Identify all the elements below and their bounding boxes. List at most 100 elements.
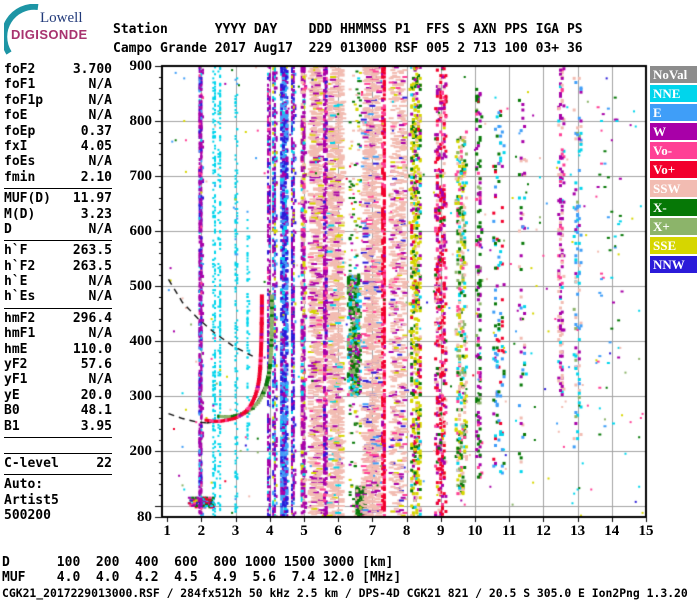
param-label: B1 <box>4 418 20 434</box>
param-value: 3.95 <box>80 418 112 434</box>
legend-item-sse: SSE <box>650 237 697 254</box>
panel-separator <box>4 307 112 309</box>
param-row-yf1: yF1 N/A <box>4 372 112 387</box>
panel-separator <box>4 474 112 476</box>
legend-item-nnw: NNW <box>650 256 697 273</box>
param-value: 263.5 <box>72 258 112 274</box>
param-row-d: D N/A <box>4 222 112 237</box>
param-value: 48.1 <box>80 403 112 419</box>
param-label: h`F <box>4 243 28 259</box>
param-value: 0.37 <box>80 123 112 139</box>
x-tick-label: 9 <box>437 523 445 539</box>
x-tick-label: 11 <box>502 523 517 539</box>
y-tick-label: 300 <box>129 388 153 404</box>
param-value: 22 <box>96 455 112 471</box>
x-tick-label: 8 <box>402 523 411 539</box>
y-tick-label: 600 <box>129 223 153 239</box>
x-tick-label: 10 <box>467 523 483 539</box>
param-value: 4.05 <box>80 138 112 154</box>
param-row-b0: B0 48.1 <box>4 403 112 418</box>
panel-gap <box>4 440 112 450</box>
y-tick-label: 800 <box>129 113 153 129</box>
param-label: 500200 <box>4 508 51 524</box>
param-label: Artist5 <box>4 492 59 508</box>
status-line: CGK21_2017229013000.RSF / 284fx512h 50 k… <box>2 586 688 600</box>
x-tick-label: 5 <box>300 523 308 539</box>
param-label: foEs <box>4 154 36 170</box>
x-tick-label: 6 <box>334 523 342 539</box>
digisonde-ionogram-screen: Lowell DIGISONDE Station YYYY DAY DDD HH… <box>0 0 700 600</box>
param-label: fxI <box>4 138 28 154</box>
param-row-hmf2: hmF2 296.4 <box>4 311 112 326</box>
param-row-ye: yE 20.0 <box>4 388 112 403</box>
param-row-foe: foE N/A <box>4 108 112 123</box>
param-value: 11.97 <box>72 191 112 207</box>
legend-item-x: X- <box>650 199 697 216</box>
doppler-direction-legend: NoVal NNE E W Vo- Vo+ SSW X- X+ SSE NNW <box>650 66 697 275</box>
param-value: N/A <box>88 289 112 305</box>
param-row-foes: foEs N/A <box>4 154 112 169</box>
param-label: yE <box>4 387 20 403</box>
param-row-hmf1: hmF1 N/A <box>4 326 112 341</box>
lowell-digisonde-logo: Lowell DIGISONDE <box>4 4 110 56</box>
param-label: foF1p <box>4 92 44 108</box>
param-row-he: h`E N/A <box>4 274 112 289</box>
param-row-b1: B1 3.95 <box>4 419 112 434</box>
param-row-hme: hmE 110.0 <box>4 342 112 357</box>
param-row-artist5: Artist5 <box>4 493 112 508</box>
y-tick-label: 80 <box>137 509 152 525</box>
param-label: foEp <box>4 123 36 139</box>
param-label: hmF1 <box>4 326 36 342</box>
muf-row: MUF 4.0 4.0 4.2 4.5 4.9 5.6 7.4 12.0 [MH… <box>2 569 402 585</box>
legend-item-w: W <box>650 123 697 140</box>
param-label: foF1 <box>4 77 36 93</box>
param-value: N/A <box>88 326 112 342</box>
param-value: 296.4 <box>72 310 112 326</box>
param-label: hmE <box>4 341 28 357</box>
panel-separator <box>4 240 112 242</box>
d-row: D 100 200 400 600 800 1000 1500 3000 [km… <box>2 555 394 570</box>
param-value: N/A <box>88 221 112 237</box>
y-tick-label: 400 <box>129 333 153 349</box>
param-row-clevel: C-level 22 <box>4 456 112 471</box>
legend-item-nne: NNE <box>650 85 697 102</box>
param-value: N/A <box>88 154 112 170</box>
param-value: 2.10 <box>80 169 112 185</box>
d-muf-table: D 100 200 400 600 800 1000 1500 3000 [km… <box>2 555 402 585</box>
x-tick-label: 7 <box>368 523 377 539</box>
param-label: h`E <box>4 274 28 290</box>
panel-separator <box>4 452 112 454</box>
param-value: N/A <box>88 372 112 388</box>
param-value: 57.6 <box>80 357 112 373</box>
param-label: D <box>4 221 12 237</box>
param-label: yF2 <box>4 357 28 373</box>
logo-digisonde-text: DIGISONDE <box>11 27 88 42</box>
param-label: h`F2 <box>4 258 36 274</box>
param-label: foE <box>4 108 28 124</box>
scaled-parameters-panel: foF2 3.700 foF1 N/A foF1p N/A foE N/A foEp 0.37 fx… <box>4 62 112 524</box>
param-row-500200: 500200 <box>4 508 112 523</box>
legend-item-vo: Vo- <box>650 142 697 159</box>
x-tick-label: 15 <box>638 523 654 539</box>
param-value: N/A <box>88 77 112 93</box>
param-value: 20.0 <box>80 387 112 403</box>
param-label: foF2 <box>4 62 36 77</box>
x-tick-label: 3 <box>231 523 240 539</box>
ionogram-plot-canvas <box>140 61 656 531</box>
header-fields-line: Station YYYY DAY DDD HHMMSS P1 FFS S AXN… <box>113 22 583 37</box>
param-row-fof2: foF2 3.700 <box>4 62 112 77</box>
legend-item-noval: NoVal <box>650 66 697 83</box>
legend-item-ssw: SSW <box>650 180 697 197</box>
param-label: fmin <box>4 169 36 185</box>
param-label: hmF2 <box>4 310 36 326</box>
param-row-fxi: fxI 4.05 <box>4 139 112 154</box>
param-row-foep: foEp 0.37 <box>4 124 112 139</box>
param-row-hf: h`F 263.5 <box>4 243 112 258</box>
x-tick-label: 13 <box>570 523 586 539</box>
param-row-fof1p: foF1p N/A <box>4 93 112 108</box>
x-tick-label: 12 <box>535 523 551 539</box>
param-row-fmin: fmin 2.10 <box>4 170 112 185</box>
y-tick-label: 500 <box>129 278 153 294</box>
param-row-fof1: foF1 N/A <box>4 77 112 92</box>
param-row-mufd: MUF(D) 11.97 <box>4 191 112 206</box>
